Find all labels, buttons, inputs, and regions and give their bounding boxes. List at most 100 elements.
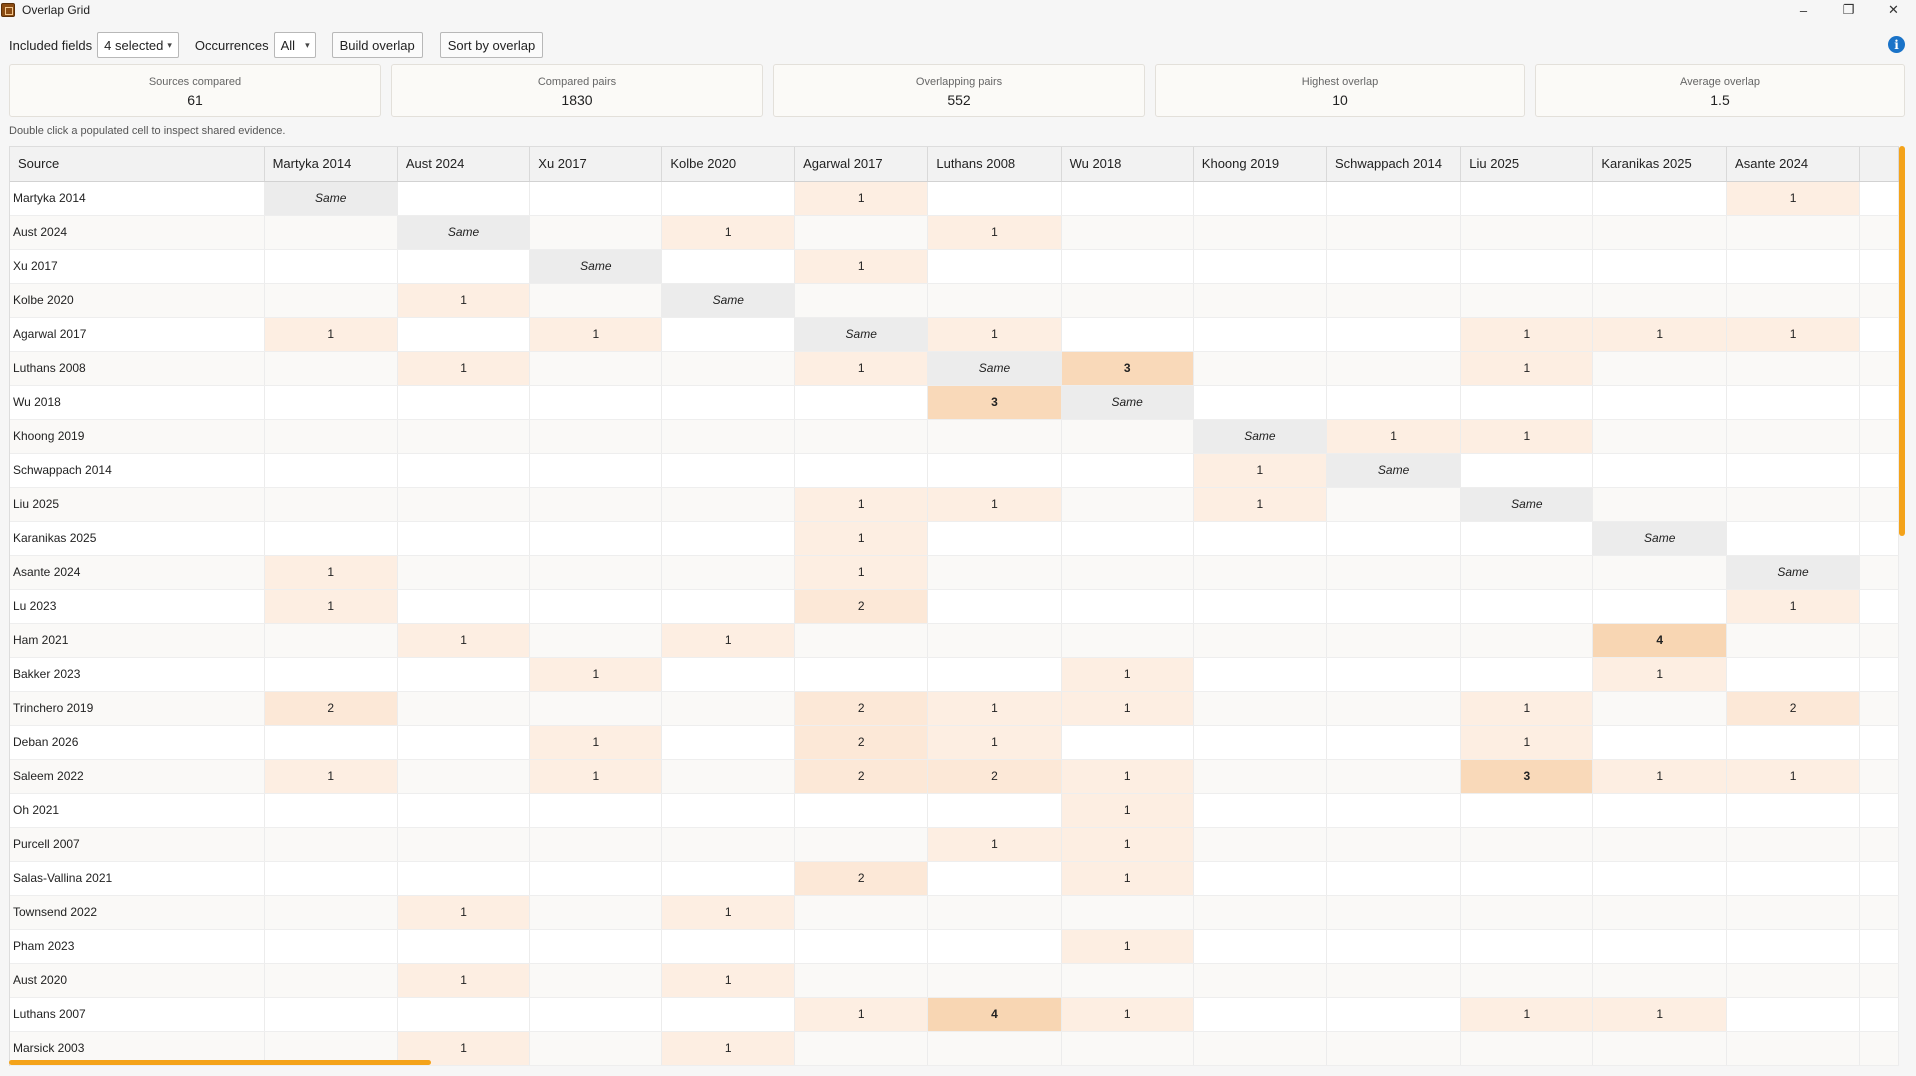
overlap-cell[interactable]: 1: [661, 1031, 796, 1066]
column-header[interactable]: Karanikas 2025: [1592, 147, 1728, 182]
overlap-cell[interactable]: 1: [794, 351, 929, 386]
overlap-cell[interactable]: 1: [1726, 589, 1861, 624]
sort-by-overlap-button[interactable]: Sort by overlap: [439, 32, 544, 58]
horizontal-scrollbar[interactable]: [9, 1060, 431, 1065]
column-header-source[interactable]: Source: [10, 147, 265, 182]
overlap-cell[interactable]: 1: [1460, 419, 1594, 454]
overlap-cell[interactable]: 1: [661, 215, 796, 250]
overlap-cell[interactable]: 1: [1061, 861, 1194, 896]
column-header[interactable]: Xu 2017: [529, 147, 663, 182]
close-button[interactable]: ✕: [1871, 0, 1916, 20]
occurrences-dropdown[interactable]: All ▾: [273, 32, 316, 58]
overlap-cell[interactable]: 1: [1061, 827, 1194, 862]
overlap-cell[interactable]: 4: [927, 997, 1062, 1032]
overlap-cell[interactable]: 1: [1592, 997, 1728, 1032]
overlap-cell[interactable]: 1: [1061, 657, 1194, 692]
restore-button[interactable]: ❐: [1826, 0, 1871, 20]
overlap-cell[interactable]: 1: [1726, 181, 1861, 216]
overlap-cell[interactable]: 1: [1592, 657, 1728, 692]
column-header[interactable]: Martyka 2014: [264, 147, 398, 182]
overlap-cell[interactable]: 1: [794, 521, 929, 556]
overlap-cell[interactable]: 1: [1061, 929, 1194, 964]
overlap-cell[interactable]: 1: [1061, 759, 1194, 794]
overlap-cell[interactable]: 4: [1592, 623, 1728, 658]
overlap-cell: [264, 385, 398, 420]
overlap-cell[interactable]: 2: [794, 861, 929, 896]
overlap-cell[interactable]: 1: [529, 317, 663, 352]
overlap-cell[interactable]: 1: [397, 963, 531, 998]
overlap-cell[interactable]: 1: [1460, 997, 1594, 1032]
overlap-cell[interactable]: 3: [927, 385, 1062, 420]
row-source-label: Schwappach 2014: [10, 453, 265, 488]
overlap-cell[interactable]: 1: [1592, 317, 1728, 352]
column-header[interactable]: Liu 2025: [1460, 147, 1594, 182]
overlap-cell[interactable]: 1: [794, 997, 929, 1032]
overlap-cell[interactable]: 1: [927, 317, 1062, 352]
overlap-cell[interactable]: 1: [1061, 691, 1194, 726]
column-header[interactable]: Khoong 2019: [1193, 147, 1327, 182]
overlap-cell[interactable]: 1: [1326, 419, 1462, 454]
column-header[interactable]: Asante 2024: [1726, 147, 1861, 182]
column-header[interactable]: Wu 2018: [1061, 147, 1194, 182]
overlap-cell: [1061, 283, 1194, 318]
overlap-cell[interactable]: 1: [1061, 793, 1194, 828]
overlap-cell[interactable]: 1: [794, 181, 929, 216]
overlap-cell[interactable]: 1: [264, 317, 398, 352]
overlap-cell[interactable]: 1: [927, 691, 1062, 726]
vertical-scrollbar[interactable]: [1899, 146, 1905, 536]
overlap-cell[interactable]: 1: [264, 555, 398, 590]
column-header[interactable]: Kolbe 2020: [661, 147, 796, 182]
overlap-cell[interactable]: 1: [794, 555, 929, 590]
overlap-cell[interactable]: 1: [529, 657, 663, 692]
overlap-cell[interactable]: 1: [1193, 487, 1327, 522]
overlap-cell[interactable]: 1: [1460, 317, 1594, 352]
overlap-cell[interactable]: 1: [529, 759, 663, 794]
info-icon[interactable]: i: [1888, 36, 1905, 53]
included-fields-dropdown[interactable]: 4 selected ▾: [97, 32, 179, 58]
overlap-grid[interactable]: Source Martyka 2014 Aust 2024 Xu 2017 Kolbe …: [9, 146, 1899, 1066]
overlap-cell[interactable]: 1: [264, 759, 398, 794]
overlap-cell[interactable]: 1: [264, 589, 398, 624]
overlap-cell[interactable]: 1: [927, 827, 1062, 862]
overlap-cell[interactable]: 1: [1726, 317, 1861, 352]
overlap-cell[interactable]: 2: [794, 589, 929, 624]
overlap-cell[interactable]: 2: [794, 725, 929, 760]
column-header[interactable]: Schwappach 2014: [1326, 147, 1462, 182]
table-row: Khoong 2019 Same 1 1: [10, 419, 1899, 454]
overlap-cell[interactable]: 3: [1061, 351, 1194, 386]
overlap-cell[interactable]: 1: [1460, 691, 1594, 726]
overlap-cell[interactable]: 1: [794, 249, 929, 284]
overlap-cell[interactable]: 2: [264, 691, 398, 726]
overlap-cell[interactable]: 1: [927, 215, 1062, 250]
overlap-cell[interactable]: 1: [1460, 351, 1594, 386]
column-header[interactable]: Agarwal 2017: [794, 147, 929, 182]
overlap-cell[interactable]: 1: [397, 351, 531, 386]
overlap-cell[interactable]: 2: [794, 759, 929, 794]
overlap-cell[interactable]: 1: [1460, 725, 1594, 760]
overlap-cell: [1193, 929, 1327, 964]
overlap-cell[interactable]: 1: [1592, 759, 1728, 794]
overlap-cell[interactable]: 1: [397, 283, 531, 318]
column-header[interactable]: Luthans 2008: [927, 147, 1062, 182]
overlap-cell[interactable]: 1: [1193, 453, 1327, 488]
overlap-cell[interactable]: 1: [529, 725, 663, 760]
overlap-cell[interactable]: 1: [661, 895, 796, 930]
column-header[interactable]: Aust 2024: [397, 147, 531, 182]
overlap-cell[interactable]: 1: [927, 487, 1062, 522]
overlap-cell[interactable]: 1: [927, 725, 1062, 760]
overlap-cell[interactable]: 2: [1726, 691, 1861, 726]
overlap-cell[interactable]: 2: [794, 691, 929, 726]
build-overlap-button[interactable]: Build overlap: [331, 32, 423, 58]
overlap-cell[interactable]: 1: [1061, 997, 1194, 1032]
overlap-cell: [1326, 861, 1462, 896]
overlap-cell[interactable]: 1: [661, 623, 796, 658]
overlap-cell[interactable]: 1: [397, 895, 531, 930]
overlap-cell[interactable]: 1: [1726, 759, 1861, 794]
overlap-cell[interactable]: 2: [927, 759, 1062, 794]
overlap-cell: [1326, 691, 1462, 726]
minimize-button[interactable]: –: [1781, 0, 1826, 20]
overlap-cell[interactable]: 1: [794, 487, 929, 522]
overlap-cell[interactable]: 1: [661, 963, 796, 998]
overlap-cell[interactable]: 3: [1460, 759, 1594, 794]
overlap-cell[interactable]: 1: [397, 623, 531, 658]
